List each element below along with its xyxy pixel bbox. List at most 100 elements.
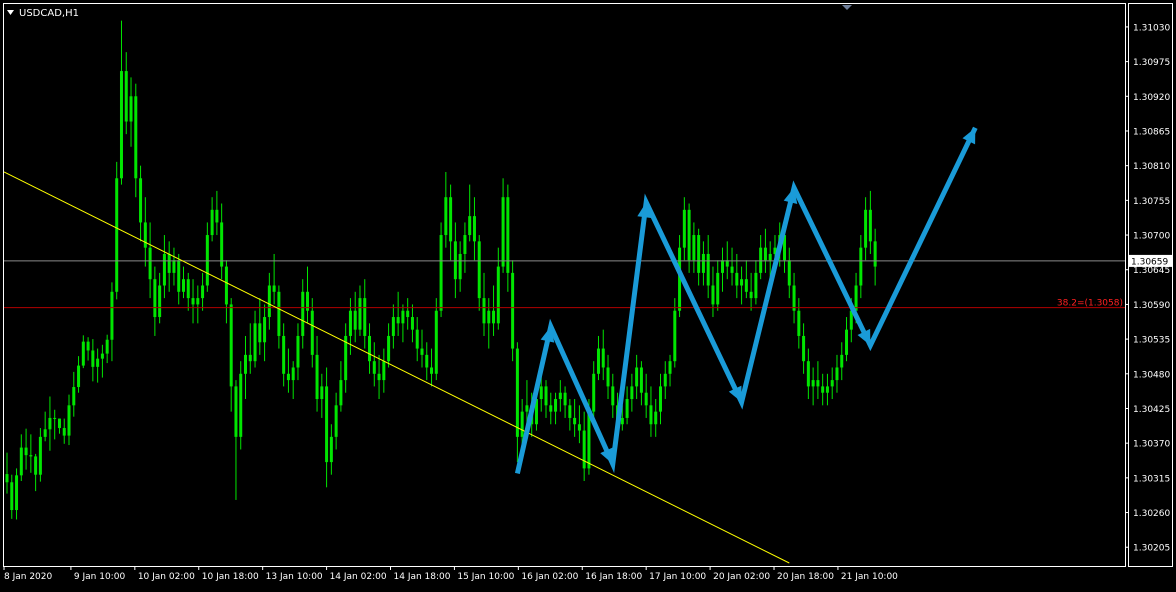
candle-body <box>382 361 386 381</box>
candle-body <box>353 310 357 330</box>
candle-body <box>377 373 381 381</box>
candle-body <box>415 329 419 349</box>
candle-body <box>525 405 529 412</box>
candle-body <box>110 291 114 340</box>
candle-body <box>162 253 166 286</box>
candle-body <box>802 335 806 362</box>
x-tick-label: 16 Jan 02:00 <box>521 572 578 582</box>
x-tick-label: 17 Jan 10:00 <box>649 572 706 582</box>
candle-body <box>263 317 267 343</box>
candle-body <box>301 291 305 336</box>
candle-body <box>487 310 491 324</box>
x-tick-label: 8 Jan 2020 <box>4 572 52 582</box>
x-tick-label: 9 Jan 10:00 <box>74 572 126 582</box>
candle-body <box>391 317 395 336</box>
candle-body <box>86 341 90 351</box>
candle-body <box>482 298 486 324</box>
candle-body <box>706 253 710 286</box>
candle-body <box>558 392 562 400</box>
y-tick-label: 1.30535 <box>1133 336 1170 346</box>
x-tick-label: 15 Jan 10:00 <box>457 572 514 582</box>
candle-body <box>658 386 662 412</box>
candle-body <box>10 482 14 511</box>
y-tick-label: 1.30975 <box>1133 58 1170 68</box>
candle <box>511 260 515 362</box>
candle-body <box>544 386 548 406</box>
candle-body <box>119 71 123 179</box>
candle-body <box>434 310 438 374</box>
candle-body <box>592 373 596 412</box>
candle-body <box>639 367 643 393</box>
candle-body <box>840 354 844 368</box>
candle-body <box>806 361 810 387</box>
candle-body <box>744 279 748 292</box>
candle-body <box>630 386 634 400</box>
candle-body <box>100 353 104 359</box>
candle-body <box>248 354 252 362</box>
candle-body <box>282 335 286 374</box>
candle-body <box>48 417 52 430</box>
candle-body <box>148 247 152 280</box>
candle-body <box>286 373 290 381</box>
candle-body <box>105 339 109 354</box>
candle-body <box>177 260 181 292</box>
candle-body <box>81 341 85 366</box>
candle-body <box>635 367 639 387</box>
candle-body <box>143 222 147 248</box>
candle-body <box>5 474 9 483</box>
candle-body <box>220 222 224 267</box>
chart-window: 38.2=(1.3058) 1.31030 1.30975 1.30920 1.308… <box>0 0 1176 588</box>
candle-body <box>701 253 705 273</box>
candle-body <box>267 285 271 318</box>
candle-body <box>91 350 95 367</box>
candle-body <box>673 310 677 362</box>
candle-body <box>520 411 524 437</box>
candle-body <box>96 358 100 367</box>
candle-body <box>582 430 586 469</box>
candle-body <box>792 285 796 311</box>
candle-body <box>234 386 238 437</box>
candle-body <box>835 367 839 381</box>
candle-body <box>258 323 262 343</box>
candle-body <box>29 455 33 457</box>
candle-body <box>830 380 834 387</box>
candle-body <box>472 216 476 242</box>
candle-body <box>587 411 591 469</box>
candle-body <box>115 178 119 292</box>
y-tick-label: 1.30755 <box>1133 197 1170 207</box>
candle-body <box>24 447 28 456</box>
candle-body <box>668 361 672 374</box>
candle-body <box>153 279 157 318</box>
candle-body <box>43 429 47 437</box>
chart-canvas[interactable]: 38.2=(1.3058) 1.31030 1.30975 1.30920 1.308… <box>0 0 1176 588</box>
candle-body <box>201 285 205 299</box>
y-tick-label: 1.30315 <box>1133 474 1170 484</box>
candle-body <box>506 197 510 273</box>
candle-body <box>372 361 376 374</box>
candle-body <box>477 241 481 299</box>
candle-body <box>348 310 352 336</box>
candle-body <box>296 335 300 368</box>
candle-body <box>554 399 558 412</box>
candle-body <box>768 253 772 261</box>
candle-body <box>787 260 791 286</box>
y-tick-label: 1.30700 <box>1133 232 1170 242</box>
candle-body <box>420 348 424 355</box>
candle-body <box>573 417 577 425</box>
candle-body <box>687 209 691 261</box>
y-tick-label: 1.30260 <box>1133 509 1170 519</box>
x-tick-label: 13 Jan 10:00 <box>266 572 323 582</box>
candle-body <box>210 209 214 236</box>
candle-body <box>825 386 829 393</box>
candle-body <box>620 417 624 425</box>
candle-body <box>453 241 457 280</box>
candle-body <box>34 456 38 475</box>
candle-body <box>816 380 820 387</box>
x-tick-label: 20 Jan 02:00 <box>713 572 770 582</box>
candle-body <box>124 71 128 122</box>
x-tick-label: 20 Jan 18:00 <box>777 572 834 582</box>
x-tick-label: 14 Jan 02:00 <box>330 572 387 582</box>
candle-body <box>196 298 200 305</box>
candle-body <box>492 310 496 324</box>
candle-body <box>759 247 763 273</box>
